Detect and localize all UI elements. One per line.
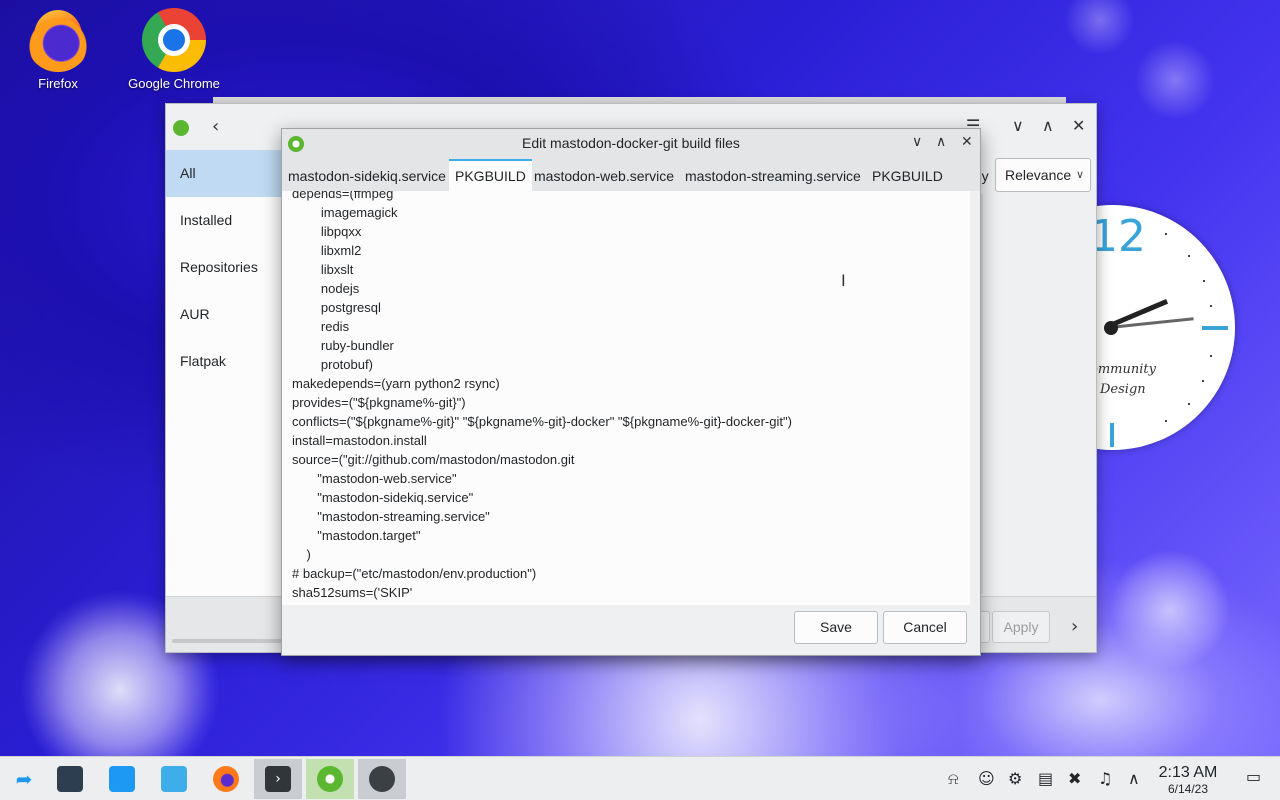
taskbar-system-settings[interactable] <box>46 759 94 799</box>
clock-tick <box>1110 423 1114 447</box>
launcher-icon: ➦ <box>15 767 33 791</box>
text-cursor-icon: I <box>841 271 846 290</box>
dialog-titlebar: Edit mastodon-docker-git build files ∨ ∧… <box>282 129 980 159</box>
clock-date: 6/14/23 <box>1167 782 1209 796</box>
clock-tick <box>1202 326 1228 330</box>
desktop-icon-chrome[interactable]: Google Chrome <box>124 8 224 91</box>
close-icon[interactable]: ✕ <box>1072 116 1085 135</box>
cancel-button[interactable]: Cancel <box>883 611 967 644</box>
taskbar-terminal[interactable]: › <box>254 759 302 799</box>
tab-mastodon-sidekiq-service[interactable]: mastodon-sidekiq.service <box>282 159 452 191</box>
clock-numeral: 12 <box>1090 211 1146 262</box>
tab-mastodon-streaming-service[interactable]: mastodon-streaming.service <box>679 159 867 191</box>
settings-icon <box>57 766 83 792</box>
minimize-icon[interactable]: ∨ <box>912 134 922 150</box>
sidebar-item-all[interactable]: All <box>166 150 286 197</box>
tab-pkgbuild-2[interactable]: PKGBUILD <box>866 159 949 191</box>
clipboard-icon[interactable]: ▤ <box>1038 769 1053 788</box>
save-button[interactable]: Save <box>794 611 878 644</box>
chevron-right-icon[interactable]: › <box>1071 616 1078 637</box>
taskbar-files[interactable] <box>150 759 198 799</box>
apply-button[interactable]: Apply <box>992 611 1050 643</box>
sidebar-item-aur[interactable]: AUR <box>166 291 286 338</box>
firefox-icon <box>26 8 90 72</box>
sidebar-item-flatpak[interactable]: Flatpak <box>166 338 286 385</box>
folder-icon <box>161 766 187 792</box>
divider <box>981 194 983 594</box>
file-tabs: mastodon-sidekiq.service PKGBUILD mastod… <box>282 159 980 191</box>
kde-connect-icon[interactable]: ⚙ <box>1008 769 1022 788</box>
app-icon <box>173 120 189 136</box>
taskbar-package-manager[interactable] <box>306 759 354 799</box>
tab-pkgbuild[interactable]: PKGBUILD <box>449 159 532 191</box>
user-icon[interactable]: ☺ <box>978 769 995 788</box>
desktop-icon-label: Google Chrome <box>128 76 220 91</box>
desktop-icon-firefox[interactable]: Firefox <box>8 8 108 91</box>
dialog-title: Edit mastodon-docker-git build files <box>522 135 740 151</box>
bomb-icon <box>369 766 395 792</box>
maximize-icon[interactable]: ∧ <box>1042 116 1054 135</box>
sort-select[interactable]: Relevance ∨ <box>995 158 1091 192</box>
taskbar-clock[interactable]: 2:13 AM 6/14/23 <box>1158 764 1218 796</box>
taskbar-media[interactable] <box>358 759 406 799</box>
volume-icon[interactable]: ♫ <box>1098 769 1112 788</box>
tab-mastodon-web-service[interactable]: mastodon-web.service <box>528 159 680 191</box>
clock-brand: ommunity Design <box>1090 362 1156 397</box>
app-launcher-button[interactable]: ➦ <box>0 759 48 799</box>
close-icon[interactable]: ✕ <box>961 134 973 150</box>
file-editor[interactable]: depends=(ffmpeg imagemagick libpqxx libx… <box>282 191 970 605</box>
taskbar: ➦ › ⍾ ☺ ⚙ ▤ ✖ ♫ ∧ ▭ <box>0 756 1280 800</box>
minimize-icon[interactable]: ∨ <box>1012 116 1024 135</box>
editor-text[interactable]: depends=(ffmpeg imagemagick libpqxx libx… <box>282 191 970 602</box>
show-desktop-icon[interactable]: ▭ <box>1246 767 1261 786</box>
category-sidebar: All Installed Repositories AUR Flatpak <box>166 150 286 596</box>
edit-build-files-dialog: Edit mastodon-docker-git build files ∨ ∧… <box>281 128 981 656</box>
sidebar-item-repositories[interactable]: Repositories <box>166 244 286 291</box>
mute-icon[interactable]: ✖ <box>1068 769 1081 788</box>
clock-time: 2:13 AM <box>1158 764 1218 781</box>
firefox-icon <box>213 766 239 792</box>
back-arrow-icon[interactable]: ‹ <box>212 116 219 137</box>
download-icon <box>317 766 343 792</box>
chrome-icon <box>142 8 206 72</box>
maximize-icon[interactable]: ∧ <box>936 134 946 150</box>
clock-hub <box>1104 321 1118 335</box>
notifications-icon[interactable]: ⍾ <box>948 769 959 789</box>
sort-select-value: Relevance <box>1005 167 1072 183</box>
chevron-down-icon: ∨ <box>1075 169 1084 181</box>
chevron-up-icon[interactable]: ∧ <box>1128 769 1140 788</box>
horizontal-scrollbar[interactable] <box>172 639 282 643</box>
editor-scrollbar[interactable] <box>970 191 980 605</box>
taskbar-firefox[interactable] <box>202 759 250 799</box>
desktop-icon-label: Firefox <box>38 76 78 91</box>
sidebar-item-installed[interactable]: Installed <box>166 197 286 244</box>
taskbar-discover[interactable] <box>98 759 146 799</box>
store-icon <box>109 766 135 792</box>
terminal-icon: › <box>265 766 291 792</box>
